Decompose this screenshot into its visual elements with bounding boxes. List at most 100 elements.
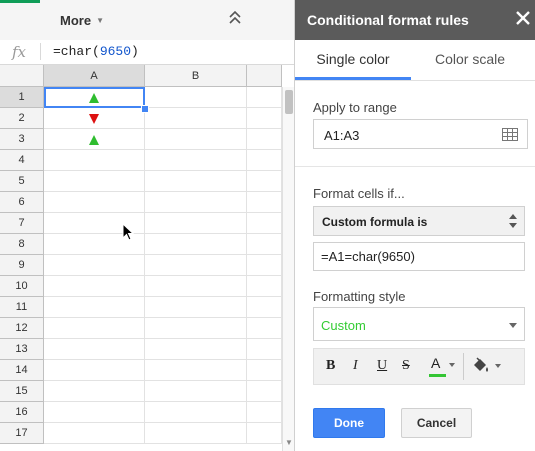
custom-formula-input[interactable] xyxy=(321,249,516,264)
tab-single-color[interactable]: Single color xyxy=(295,40,411,80)
cell-c6[interactable] xyxy=(247,192,282,213)
cell-c3[interactable] xyxy=(247,129,282,150)
condition-select[interactable]: Custom formula is xyxy=(313,206,525,236)
column-header-a[interactable]: A xyxy=(44,65,145,87)
done-button[interactable]: Done xyxy=(313,408,385,438)
text-color-button[interactable]: A xyxy=(427,355,457,379)
range-value: A1:A3 xyxy=(324,128,360,143)
formula-suffix: ) xyxy=(131,44,139,59)
fill-handle[interactable] xyxy=(141,105,149,113)
cell-a17[interactable] xyxy=(44,423,145,444)
cell-b14[interactable] xyxy=(145,360,247,381)
condition-value: Custom formula is xyxy=(322,215,428,229)
cell-c14[interactable] xyxy=(247,360,282,381)
row-header-5[interactable]: 5 xyxy=(0,171,44,192)
cell-a2[interactable] xyxy=(44,108,145,129)
tab-color-scale[interactable]: Color scale xyxy=(411,40,529,80)
cell-a13[interactable] xyxy=(44,339,145,360)
row-header-13[interactable]: 13 xyxy=(0,339,44,360)
cancel-button[interactable]: Cancel xyxy=(401,408,472,438)
cell-a1[interactable] xyxy=(44,87,145,108)
cell-a12[interactable] xyxy=(44,318,145,339)
custom-formula-field[interactable] xyxy=(313,242,525,271)
row-header-7[interactable]: 7 xyxy=(0,213,44,234)
cell-c10[interactable] xyxy=(247,276,282,297)
row-header-17[interactable]: 17 xyxy=(0,423,44,444)
cell-b2[interactable] xyxy=(145,108,247,129)
cell-b7[interactable] xyxy=(145,213,247,234)
scrollbar-thumb[interactable] xyxy=(285,90,293,114)
bold-button[interactable]: B xyxy=(326,358,335,374)
cell-b3[interactable] xyxy=(145,129,247,150)
row-header-14[interactable]: 14 xyxy=(0,360,44,381)
brand-strip xyxy=(0,0,40,3)
cell-a10[interactable] xyxy=(44,276,145,297)
formula-input[interactable]: =char(9650) xyxy=(53,44,139,59)
row-header-9[interactable]: 9 xyxy=(0,255,44,276)
row-header-15[interactable]: 15 xyxy=(0,381,44,402)
cell-a6[interactable] xyxy=(44,192,145,213)
cell-b12[interactable] xyxy=(145,318,247,339)
cell-b15[interactable] xyxy=(145,381,247,402)
italic-button[interactable]: I xyxy=(353,358,358,374)
row-header-6[interactable]: 6 xyxy=(0,192,44,213)
cell-c17[interactable] xyxy=(247,423,282,444)
cell-a15[interactable] xyxy=(44,381,145,402)
cell-c16[interactable] xyxy=(247,402,282,423)
cell-c2[interactable] xyxy=(247,108,282,129)
close-icon[interactable] xyxy=(515,10,531,26)
cell-b5[interactable] xyxy=(145,171,247,192)
cell-b11[interactable] xyxy=(145,297,247,318)
row-header-11[interactable]: 11 xyxy=(0,297,44,318)
select-all-corner[interactable] xyxy=(0,65,44,87)
select-range-grid-icon[interactable] xyxy=(502,128,518,141)
triangle-up-icon xyxy=(89,93,99,103)
cell-c7[interactable] xyxy=(247,213,282,234)
cell-a16[interactable] xyxy=(44,402,145,423)
row-header-4[interactable]: 4 xyxy=(0,150,44,171)
cell-a11[interactable] xyxy=(44,297,145,318)
cell-c11[interactable] xyxy=(247,297,282,318)
scroll-down-icon[interactable]: ▼ xyxy=(285,438,293,447)
underline-button[interactable]: U xyxy=(377,358,387,374)
cell-b16[interactable] xyxy=(145,402,247,423)
row-header-10[interactable]: 10 xyxy=(0,276,44,297)
cell-b9[interactable] xyxy=(145,255,247,276)
cell-c9[interactable] xyxy=(247,255,282,276)
cell-b13[interactable] xyxy=(145,339,247,360)
cell-c13[interactable] xyxy=(247,339,282,360)
cell-c8[interactable] xyxy=(247,234,282,255)
range-input[interactable]: A1:A3 xyxy=(313,119,528,149)
section-divider xyxy=(295,166,535,167)
row-header-2[interactable]: 2 xyxy=(0,108,44,129)
cell-b1[interactable] xyxy=(145,87,247,108)
cell-c15[interactable] xyxy=(247,381,282,402)
cell-c4[interactable] xyxy=(247,150,282,171)
cell-c5[interactable] xyxy=(247,171,282,192)
row-header-12[interactable]: 12 xyxy=(0,318,44,339)
column-header-c[interactable] xyxy=(247,65,282,87)
rule-type-tabs: Single color Color scale xyxy=(295,40,535,81)
cell-a14[interactable] xyxy=(44,360,145,381)
cell-a4[interactable] xyxy=(44,150,145,171)
collapse-toolbar-icon[interactable] xyxy=(229,10,243,28)
cell-b6[interactable] xyxy=(145,192,247,213)
cell-c1[interactable] xyxy=(247,87,282,108)
cell-a5[interactable] xyxy=(44,171,145,192)
cell-b17[interactable] xyxy=(145,423,247,444)
cell-b10[interactable] xyxy=(145,276,247,297)
row-header-16[interactable]: 16 xyxy=(0,402,44,423)
more-menu-button[interactable]: More ▼ xyxy=(60,13,104,28)
row-header-3[interactable]: 3 xyxy=(0,129,44,150)
cell-a3[interactable] xyxy=(44,129,145,150)
fill-color-button[interactable] xyxy=(471,357,505,377)
cell-b4[interactable] xyxy=(145,150,247,171)
cell-a9[interactable] xyxy=(44,255,145,276)
row-header-1[interactable]: 1 xyxy=(0,87,44,108)
cell-b8[interactable] xyxy=(145,234,247,255)
row-header-8[interactable]: 8 xyxy=(0,234,44,255)
formatting-style-select[interactable]: Custom xyxy=(313,307,525,341)
cell-c12[interactable] xyxy=(247,318,282,339)
strikethrough-button[interactable]: S xyxy=(402,358,410,374)
column-header-b[interactable]: B xyxy=(145,65,247,87)
